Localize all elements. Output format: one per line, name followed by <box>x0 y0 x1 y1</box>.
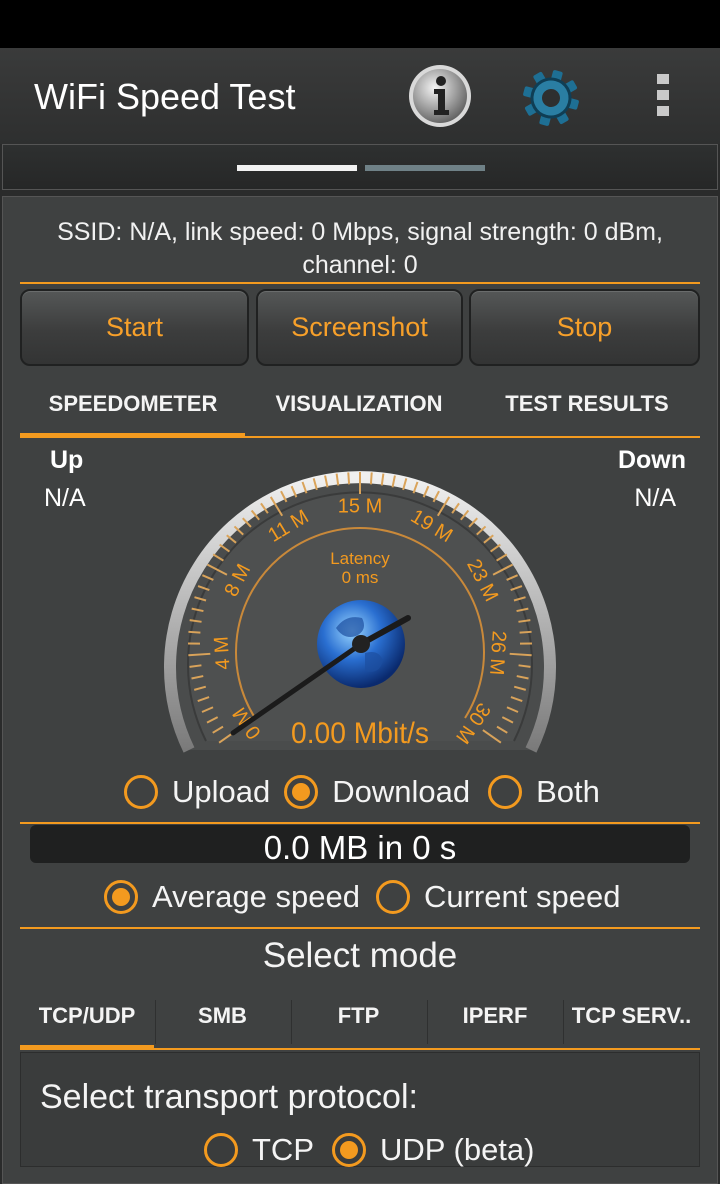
tab-speedometer[interactable]: SPEEDOMETER <box>20 380 246 428</box>
speed-mode-radio-group: Average speed Current speed <box>104 879 620 915</box>
current-speed-label: Current speed <box>423 879 621 914</box>
gauge-minor-tick <box>188 630 201 634</box>
download-radio[interactable] <box>284 775 319 809</box>
upload-label: Upload <box>172 774 271 809</box>
transport-radio-group: TCP UDP (beta) <box>204 1132 535 1168</box>
gauge-scale-label: 26 M <box>485 630 510 676</box>
app-title: WiFi Speed Test <box>34 76 296 117</box>
divider <box>20 282 700 284</box>
transfer-summary: 0.0 MB in 0 s <box>30 825 690 866</box>
average-speed-radio[interactable] <box>104 880 138 914</box>
page-indicator-active <box>237 165 357 171</box>
tab-iperf[interactable]: IPERF <box>427 992 563 1040</box>
udp-label: UDP (beta) <box>380 1132 535 1167</box>
gauge-minor-tick <box>519 630 532 634</box>
app-bar: WiFi Speed Test <box>0 48 720 144</box>
mode-tab-active-indicator <box>20 1045 154 1050</box>
up-label: Up <box>50 446 84 474</box>
stop-button[interactable]: Stop <box>469 289 700 366</box>
average-speed-label: Average speed <box>152 879 360 914</box>
speed-readout: 0.00 Mbit/s <box>291 717 429 750</box>
download-label: Download <box>332 774 471 809</box>
up-value: N/A <box>44 484 86 512</box>
tab-smb[interactable]: SMB <box>155 992 290 1040</box>
latency-label: Latency <box>330 549 390 568</box>
down-value: N/A <box>634 484 676 512</box>
transport-label: Select transport protocol: <box>40 1078 418 1116</box>
down-label: Down <box>617 446 686 474</box>
tab-active-indicator <box>20 433 245 438</box>
gauge-scale-label: 4 M <box>211 636 235 671</box>
divider <box>20 822 700 824</box>
tab-tcp-server[interactable]: TCP SERV.. <box>563 992 700 1040</box>
udp-radio[interactable] <box>332 1133 366 1167</box>
page-indicator-inactive <box>365 165 485 171</box>
gear-icon[interactable] <box>518 66 584 130</box>
tab-ftp[interactable]: FTP <box>291 992 426 1040</box>
tab-tcp-udp[interactable]: TCP/UDP <box>20 992 154 1040</box>
latency-value: 0 ms <box>342 568 379 587</box>
gauge-minor-tick <box>347 472 351 485</box>
tab-test-results[interactable]: TEST RESULTS <box>474 380 700 428</box>
gauge-scale-label: 15 M <box>338 495 382 517</box>
tcp-radio[interactable] <box>204 1133 238 1167</box>
both-label: Both <box>536 774 600 809</box>
tcp-label: TCP <box>252 1132 314 1167</box>
divider <box>20 927 700 929</box>
info-icon[interactable] <box>408 64 472 128</box>
start-button[interactable]: Start <box>20 289 249 366</box>
current-speed-radio[interactable] <box>375 880 410 914</box>
tab-visualization[interactable]: VISUALIZATION <box>246 380 472 428</box>
overflow-menu-icon[interactable] <box>648 74 678 118</box>
mode-title: Select mode <box>262 936 458 975</box>
both-radio[interactable] <box>488 775 523 809</box>
status-bar <box>0 0 720 48</box>
gauge-minor-tick <box>369 472 373 485</box>
speedometer-gauge: 0 M4 M8 M 11 M 15 M 19 M 23 M 26 M 30 M Latenc… <box>160 448 560 768</box>
direction-radio-group: Upload Download Both <box>124 774 600 810</box>
upload-radio[interactable] <box>124 775 158 809</box>
screenshot-button[interactable]: Screenshot <box>256 289 463 366</box>
connection-info: SSID: N/A, link speed: 0 Mbps, signal st… <box>57 218 663 279</box>
page-indicator <box>2 144 718 190</box>
